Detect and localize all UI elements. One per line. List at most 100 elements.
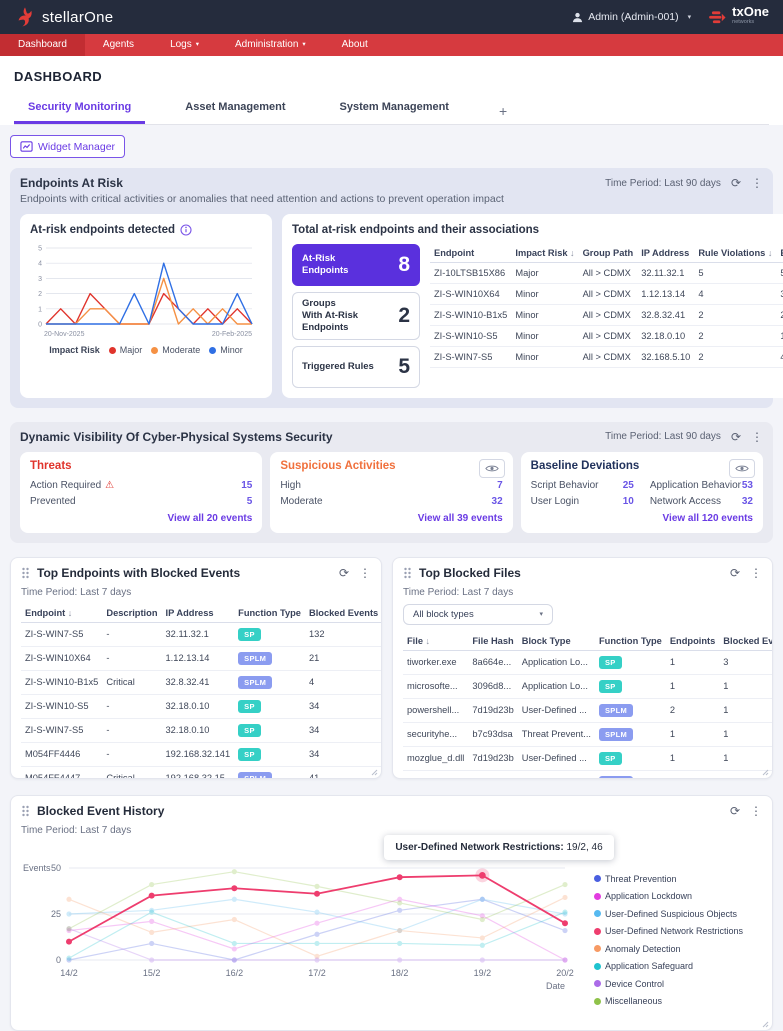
- view-threats-link[interactable]: View all 20 events: [30, 513, 252, 524]
- count-link[interactable]: 1: [719, 674, 773, 698]
- count-link[interactable]: 1: [719, 746, 773, 770]
- user-menu[interactable]: Admin (Admin-001) ▾: [572, 11, 691, 23]
- metric-value[interactable]: 53: [742, 480, 753, 491]
- nav-item-about[interactable]: About: [324, 34, 386, 56]
- count-link[interactable]: 3: [719, 650, 773, 674]
- eye-icon[interactable]: [729, 459, 755, 478]
- stat-groups-with-at-risk-endpoints[interactable]: GroupsWith At-RiskEndpoints2: [292, 292, 420, 340]
- legend-item-application-lockdown[interactable]: Application Lockdown: [594, 891, 762, 901]
- count-link[interactable]: 2: [694, 347, 776, 368]
- stat-at-risk-endpoints[interactable]: At-RiskEndpoints8: [292, 244, 420, 286]
- legend-item-device-control[interactable]: Device Control: [594, 979, 762, 989]
- column-header-file[interactable]: File ↓: [403, 632, 468, 651]
- column-header-function-type[interactable]: Function Type: [595, 632, 666, 651]
- kebab-menu-icon[interactable]: ⋮: [751, 177, 763, 189]
- kebab-menu-icon[interactable]: ⋮: [751, 431, 763, 443]
- tab-asset-management[interactable]: Asset Management: [171, 94, 299, 124]
- legend-item-user-defined-suspicious-objects[interactable]: User-Defined Suspicious Objects: [594, 909, 762, 919]
- metric-value[interactable]: 25: [623, 480, 634, 491]
- column-header-ip-address[interactable]: IP Address: [162, 604, 235, 623]
- endpoint-link[interactable]: M054FF4446: [21, 742, 102, 766]
- nav-item-logs[interactable]: Logs▾: [152, 34, 217, 56]
- count-link[interactable]: 4: [694, 284, 776, 305]
- metric-value[interactable]: 5: [247, 496, 253, 507]
- column-header-blocked-events[interactable]: Blocked Events: [305, 604, 382, 623]
- count-link[interactable]: 5: [694, 263, 776, 284]
- count-link[interactable]: 34: [305, 694, 382, 718]
- refresh-icon[interactable]: ⟳: [339, 567, 349, 579]
- kebab-menu-icon[interactable]: ⋮: [750, 805, 762, 817]
- column-header-file-hash[interactable]: File Hash: [468, 632, 517, 651]
- count-link[interactable]: 4: [305, 670, 382, 694]
- widget-manager-button[interactable]: Widget Manager: [10, 135, 125, 158]
- endpoint-link[interactable]: ZI-S-WIN10-B1x5: [21, 670, 102, 694]
- column-header-ip-address[interactable]: IP Address: [637, 244, 694, 263]
- column-header-impact-risk[interactable]: Impact Risk ↓: [511, 244, 578, 263]
- eye-icon[interactable]: [479, 459, 505, 478]
- count-link[interactable]: 2: [694, 326, 776, 347]
- stat-triggered-rules[interactable]: Triggered Rules5: [292, 346, 420, 388]
- legend-item-user-defined-network-restrictions[interactable]: User-Defined Network Restrictions: [594, 926, 762, 936]
- refresh-icon[interactable]: ⟳: [730, 805, 740, 817]
- metric-value[interactable]: 15: [241, 480, 252, 491]
- legend-item-threat-prevention[interactable]: Threat Prevention: [594, 874, 762, 884]
- kebab-menu-icon[interactable]: ⋮: [750, 567, 762, 579]
- column-header-group-path[interactable]: Group Path: [579, 244, 638, 263]
- metric-value[interactable]: 32: [492, 496, 503, 507]
- nav-item-administration[interactable]: Administration▾: [217, 34, 324, 56]
- tab-security-monitoring[interactable]: Security Monitoring: [14, 94, 145, 124]
- count-link[interactable]: 1: [719, 698, 773, 722]
- endpoint-link[interactable]: ZI-S-WIN10-S5: [21, 694, 102, 718]
- stellarone-logo[interactable]: stellarOne: [14, 6, 113, 28]
- tab-system-management[interactable]: System Management: [326, 94, 463, 124]
- column-header-function-type[interactable]: Function Type: [234, 604, 305, 623]
- add-tab-button[interactable]: +: [489, 98, 517, 124]
- legend-item-miscellaneous[interactable]: Miscellaneous: [594, 996, 762, 1006]
- endpoint-link[interactable]: ZI-S-WIN10-B1x5: [430, 305, 511, 326]
- metric-value[interactable]: 10: [623, 496, 634, 507]
- endpoint-link[interactable]: ZI-S-WIN10-S5: [430, 326, 511, 347]
- endpoint-link[interactable]: ZI-10LTSB15X86: [430, 263, 511, 284]
- refresh-icon[interactable]: ⟳: [731, 177, 741, 189]
- legend-item-anomaly-detection[interactable]: Anomaly Detection: [594, 944, 762, 954]
- endpoint-link[interactable]: ZI-S-WIN7-S5: [430, 347, 511, 368]
- nav-item-agents[interactable]: Agents: [85, 34, 152, 56]
- column-header-endpoints[interactable]: Endpoints: [666, 632, 719, 651]
- kebab-menu-icon[interactable]: ⋮: [359, 567, 371, 579]
- count-link[interactable]: 18: [776, 326, 783, 347]
- refresh-icon[interactable]: ⟳: [730, 567, 740, 579]
- count-link[interactable]: 56: [776, 263, 783, 284]
- endpoint-link[interactable]: ZI-S-WIN10X64: [21, 646, 102, 670]
- column-header-rule-violations[interactable]: Rule Violations ↓: [694, 244, 776, 263]
- column-header-description[interactable]: Description: [102, 604, 161, 623]
- count-link[interactable]: 132: [305, 622, 382, 646]
- resize-handle[interactable]: [762, 768, 769, 775]
- endpoint-link[interactable]: ZI-S-WIN10X64: [430, 284, 511, 305]
- count-link[interactable]: 2: [694, 305, 776, 326]
- column-header-endpoint[interactable]: Endpoint: [430, 244, 511, 263]
- nav-item-dashboard[interactable]: Dashboard: [0, 34, 85, 56]
- drag-handle-icon[interactable]: [21, 567, 30, 579]
- endpoint-link[interactable]: M054FF4447: [21, 766, 102, 779]
- info-icon[interactable]: [180, 224, 192, 236]
- full-list-link[interactable]: Full list: [430, 373, 783, 384]
- count-link[interactable]: 34: [305, 742, 382, 766]
- column-header-blocked-events[interactable]: Blocked Events: [719, 632, 773, 651]
- count-link[interactable]: 21: [305, 646, 382, 670]
- metric-value[interactable]: 7: [497, 480, 503, 491]
- metric-value[interactable]: 32: [742, 496, 753, 507]
- refresh-icon[interactable]: ⟳: [731, 431, 741, 443]
- count-link[interactable]: 34: [305, 718, 382, 742]
- view-suspicious-link[interactable]: View all 39 events: [280, 513, 502, 524]
- endpoint-link[interactable]: ZI-S-WIN7-S5: [21, 718, 102, 742]
- column-header-block-type[interactable]: Block Type: [518, 632, 595, 651]
- count-link[interactable]: 4: [776, 347, 783, 368]
- count-link[interactable]: 21: [776, 305, 783, 326]
- view-baseline-link[interactable]: View all 120 events: [531, 513, 753, 524]
- block-type-select[interactable]: All block types ▾: [403, 604, 553, 625]
- count-link[interactable]: 1: [719, 722, 773, 746]
- column-header-events-triggered[interactable]: Events Triggered ↓: [776, 244, 783, 263]
- resize-handle[interactable]: [371, 768, 378, 775]
- resize-handle[interactable]: [762, 1020, 769, 1027]
- legend-item-application-safeguard[interactable]: Application Safeguard: [594, 961, 762, 971]
